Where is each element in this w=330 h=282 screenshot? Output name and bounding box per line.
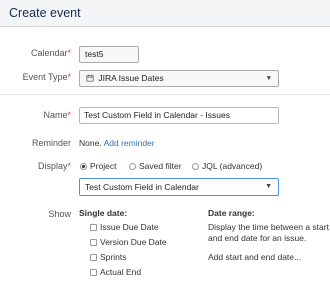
date-range-description-line1: Display the time between a start — [208, 222, 329, 232]
chevron-down-icon: ▼ — [265, 75, 272, 82]
display-option-project[interactable]: Project — [90, 161, 116, 171]
name-label: Name* — [43, 110, 71, 120]
display-option-jql[interactable]: JQL (advanced) — [202, 161, 262, 171]
display-radio-saved-filter[interactable] — [129, 163, 136, 170]
chevron-down-icon: ▼ — [265, 183, 272, 190]
required-marker: * — [67, 72, 71, 82]
project-select[interactable]: Test Custom Field in Calendar ▼ — [79, 178, 279, 196]
section-divider — [0, 94, 330, 95]
display-radio-jql[interactable] — [192, 163, 199, 170]
option-sprints[interactable]: Sprints — [100, 252, 126, 262]
single-date-heading: Single date: — [79, 208, 128, 218]
event-type-value: JIRA Issue Dates — [98, 73, 164, 83]
display-label: Display* — [37, 161, 71, 171]
name-input[interactable]: Test Custom Field in Calendar - Issues — [79, 107, 279, 124]
name-input-value: Test Custom Field in Calendar - Issues — [84, 110, 230, 120]
event-type-select[interactable]: JIRA Issue Dates ▼ — [79, 70, 279, 87]
display-radio-project[interactable] — [80, 163, 87, 170]
required-marker: * — [67, 161, 71, 171]
calendar-select[interactable]: test5 — [79, 46, 139, 63]
calendar-label: Calendar* — [30, 48, 71, 58]
date-range-description-line2: and end date for an issue. — [208, 233, 307, 243]
checkbox-sprints[interactable] — [90, 254, 97, 261]
show-label: Show — [48, 209, 71, 219]
event-type-label: Event Type* — [22, 72, 71, 82]
reminder-label: Reminder — [31, 138, 71, 148]
calendar-select-value: test5 — [85, 49, 104, 59]
display-option-saved-filter[interactable]: Saved filter — [139, 161, 182, 171]
checkbox-version-due-date[interactable] — [90, 239, 97, 246]
dialog-title: Create event — [9, 6, 81, 20]
date-range-heading: Date range: — [208, 208, 255, 218]
checkbox-actual-end[interactable] — [90, 269, 97, 276]
reminder-value: None. Add reminder — [79, 138, 155, 148]
jira-calendar-icon — [86, 74, 94, 82]
option-actual-end[interactable]: Actual End — [100, 267, 141, 277]
option-issue-due-date[interactable]: Issue Due Date — [100, 222, 159, 232]
required-marker: * — [67, 48, 71, 58]
option-version-due-date[interactable]: Version Due Date — [100, 237, 167, 247]
add-start-end-date-link[interactable]: Add start and end date... — [208, 252, 301, 262]
checkbox-issue-due-date[interactable] — [90, 224, 97, 231]
add-reminder-link[interactable]: Add reminder — [104, 138, 155, 148]
project-select-value: Test Custom Field in Calendar — [85, 182, 199, 192]
required-marker: * — [67, 110, 71, 120]
